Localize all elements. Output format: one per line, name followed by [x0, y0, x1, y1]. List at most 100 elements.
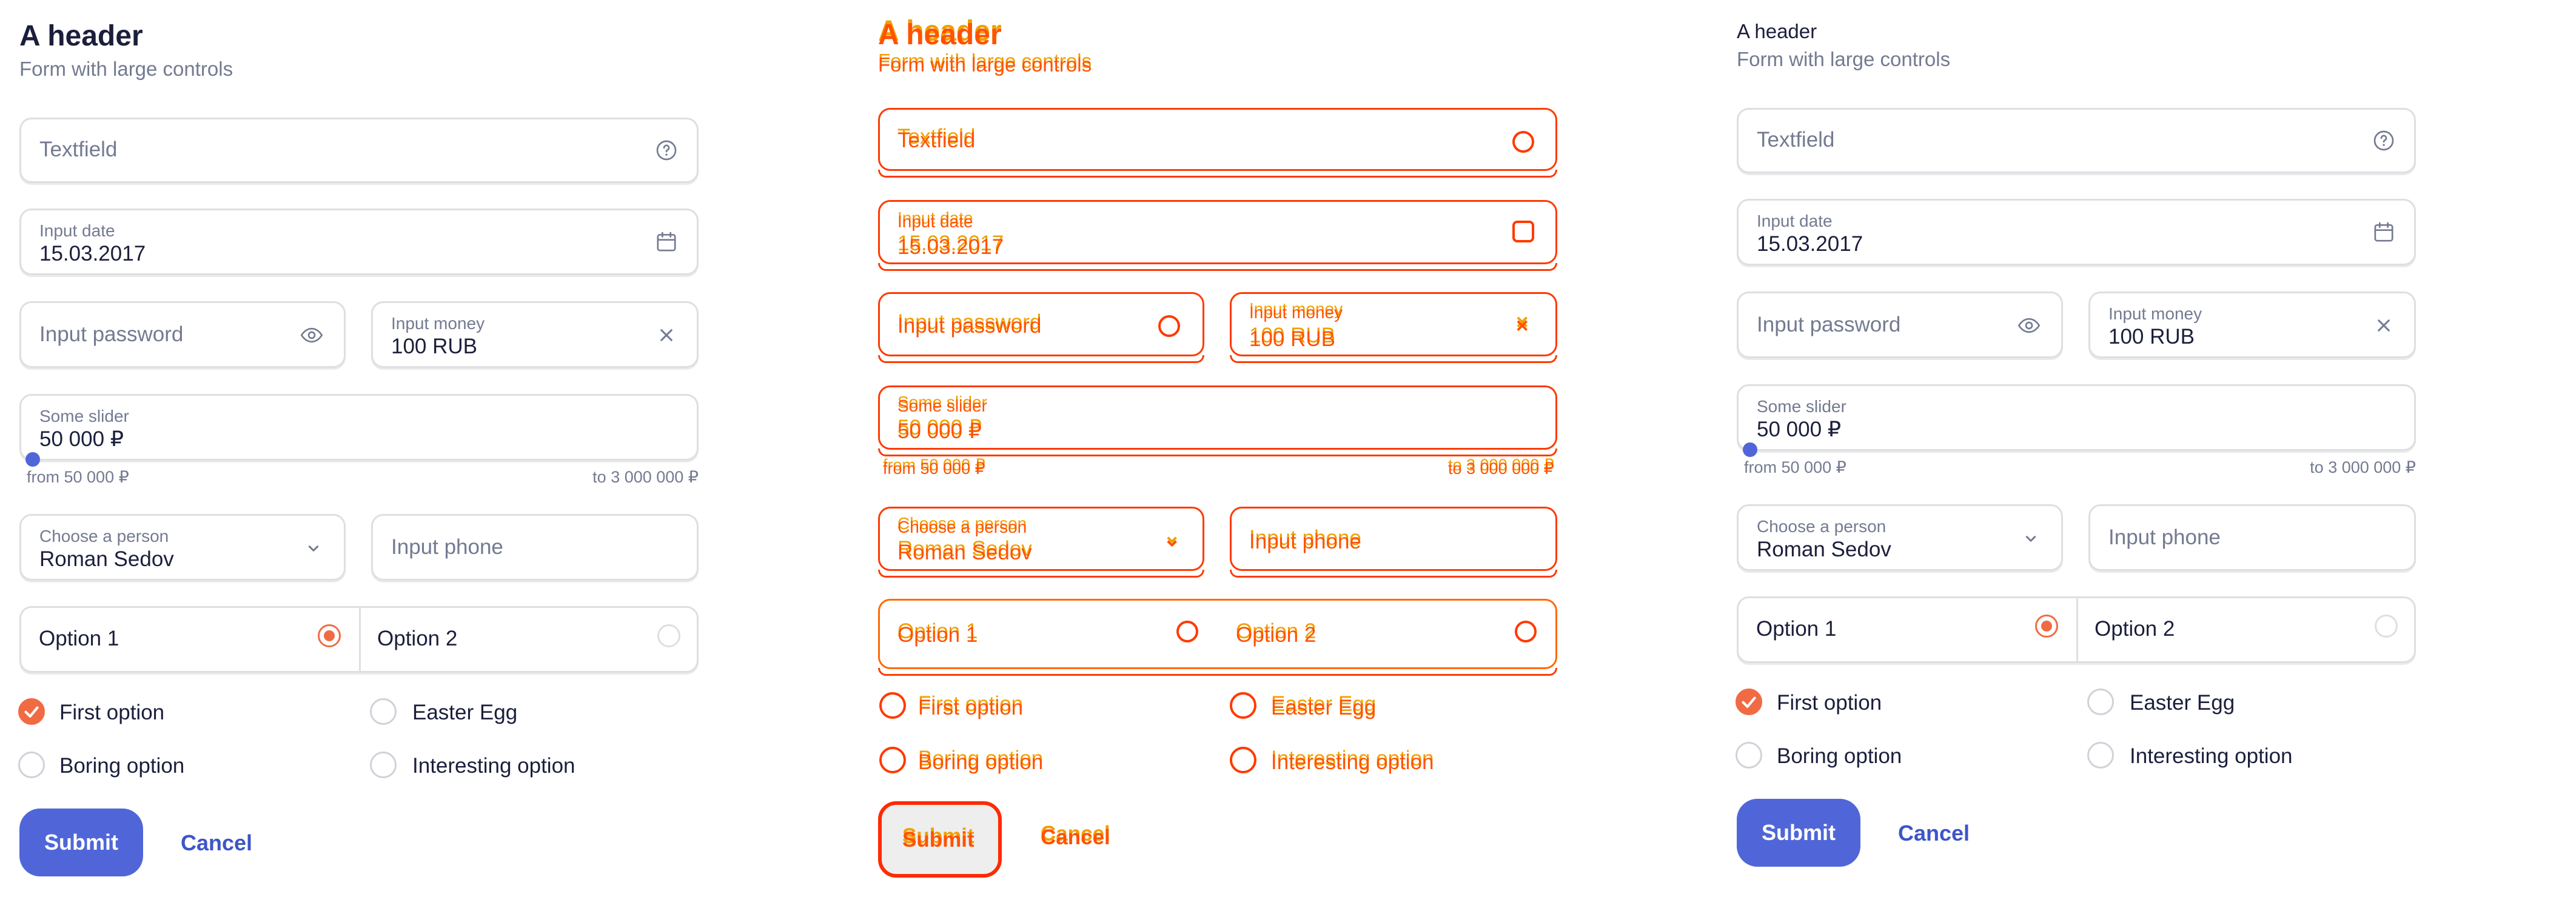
money-value-right: 100 RUB	[2108, 325, 2195, 348]
checkbox-easter-egg-label[interactable]: Easter Egg	[412, 701, 517, 725]
phone-input-right[interactable]: Input phone	[2088, 504, 2416, 571]
checkbox-boring-option-label[interactable]: Boring option	[59, 754, 184, 778]
help-circle-icon[interactable]	[2372, 128, 2396, 153]
segment-option-1-label[interactable]: Option 1	[39, 627, 119, 651]
checkbox-boring-option-label-right[interactable]: Boring option	[1777, 744, 1902, 769]
eye-icon[interactable]	[298, 323, 326, 347]
overlay-checkbox-1-label: First option	[918, 696, 1024, 719]
phone-input[interactable]: Input phone	[371, 514, 699, 581]
slider-max-label: to 3 000 000 ₽	[592, 468, 699, 486]
slider-value-right: 50 000 ₽	[1757, 418, 1842, 441]
password-input[interactable]: Input password	[19, 301, 346, 368]
page-title: A header	[19, 20, 143, 52]
person-select[interactable]: Choose a person Roman Sedov	[19, 514, 346, 581]
checkbox-first-option[interactable]	[18, 698, 45, 725]
overlay-person-value: Roman Sedov	[897, 541, 1032, 564]
slider-field[interactable]: Some slider 50 000 ₽	[19, 394, 699, 461]
money-input[interactable]: Input money 100 RUB	[371, 301, 699, 368]
overlay-date-label: Input date	[897, 212, 973, 231]
segment-option-2-radio-right[interactable]	[2375, 615, 2398, 638]
overlay-date-value: 15.03.2017	[897, 235, 1004, 259]
checkbox-easter-egg-label-right[interactable]: Easter Egg	[2130, 691, 2235, 715]
overlay-eye-icon	[1158, 315, 1180, 337]
phone-placeholder-right: Input phone	[2108, 525, 2221, 549]
overlay-checkbox-2-label: Easter Egg	[1271, 696, 1377, 719]
overlay-phone-text: Input phone	[1249, 530, 1361, 553]
help-circle-icon[interactable]	[654, 138, 679, 162]
person-label: Choose a person	[39, 527, 169, 545]
date-label: Input date	[39, 221, 115, 240]
checkbox-interesting-option-right[interactable]	[2087, 742, 2114, 769]
checkbox-easter-egg-right[interactable]	[2087, 689, 2114, 715]
checkbox-interesting-option[interactable]	[370, 752, 397, 778]
chevron-down-icon[interactable]	[301, 536, 326, 561]
money-label-right: Input money	[2108, 304, 2202, 323]
date-value: 15.03.2017	[39, 242, 146, 265]
person-label-right: Choose a person	[1757, 517, 1887, 536]
segment-option-1-radio-right[interactable]	[2035, 615, 2058, 638]
person-value: Roman Sedov	[39, 547, 174, 571]
cancel-button-right[interactable]: Cancel	[1898, 821, 1970, 846]
segment-option-1-radio[interactable]	[318, 624, 341, 647]
checkbox-interesting-option-label[interactable]: Interesting option	[412, 754, 575, 778]
overlay-help-icon	[1512, 131, 1534, 153]
textfield-input-right[interactable]: Textfield	[1737, 108, 2416, 173]
slider-label-right: Some slider	[1757, 397, 1846, 416]
calendar-icon[interactable]	[654, 230, 679, 254]
money-value: 100 RUB	[391, 335, 478, 358]
segment-divider-right	[2076, 598, 2078, 661]
checkbox-first-option-right[interactable]	[1736, 689, 1762, 715]
overlay-subtitle: Form with large controls	[878, 53, 1092, 76]
password-input-right[interactable]: Input password	[1737, 292, 2063, 358]
person-select-right[interactable]: Choose a person Roman Sedov	[1737, 504, 2063, 571]
submit-button-right[interactable]: Submit	[1737, 799, 1860, 867]
cancel-button[interactable]: Cancel	[181, 830, 252, 856]
eye-icon[interactable]	[2015, 313, 2043, 338]
date-input[interactable]: Input date 15.03.2017	[19, 208, 699, 275]
segment-option-2-radio[interactable]	[657, 624, 680, 647]
checkbox-boring-option-right[interactable]	[1736, 742, 1762, 769]
overlay-textfield	[878, 108, 1557, 178]
form-panel-overlay: A header Form with large controls Textfi…	[859, 0, 1717, 897]
overlay-chevron-icon: ⌄	[1163, 527, 1181, 551]
overlay-checkbox-1	[879, 692, 906, 719]
form-panel-left: A header Form with large controls Textfi…	[0, 0, 859, 897]
overlay-slider-value: 50 000 ₽	[897, 419, 982, 443]
calendar-icon[interactable]	[2372, 220, 2396, 244]
checkbox-first-option-label-right[interactable]: First option	[1777, 691, 1882, 715]
segment-option-2-label-right[interactable]: Option 2	[2095, 617, 2175, 641]
overlay-title: A header	[878, 19, 1002, 51]
check-icon	[1742, 696, 1756, 708]
password-placeholder: Input password	[39, 322, 184, 346]
textfield-input[interactable]: Textfield	[19, 118, 699, 183]
date-label-right: Input date	[1757, 212, 1833, 230]
close-icon[interactable]	[2372, 313, 2396, 338]
overlay-textfield-text: Textfield	[897, 128, 976, 152]
checkbox-boring-option[interactable]	[18, 752, 45, 778]
slider-value: 50 000 ₽	[39, 427, 124, 451]
slider-max-label-right: to 3 000 000 ₽	[2310, 458, 2416, 476]
slider-min-label: from 50 000 ₽	[27, 468, 129, 486]
slider-label: Some slider	[39, 407, 129, 425]
segment-option-2-label[interactable]: Option 2	[377, 627, 457, 651]
textfield-placeholder-right: Textfield	[1757, 128, 1835, 152]
date-input-right[interactable]: Input date 15.03.2017	[1737, 199, 2416, 265]
segment-option-1-label-right[interactable]: Option 1	[1756, 617, 1836, 641]
option-segmented-control-right	[1737, 596, 2416, 663]
slider-thumb[interactable]	[25, 452, 40, 467]
checkbox-first-option-label[interactable]: First option	[59, 701, 164, 725]
chevron-down-icon[interactable]	[2019, 527, 2043, 551]
slider-min-label-right: from 50 000 ₽	[1744, 458, 1846, 476]
overlay-person-label: Choose a person	[897, 518, 1027, 536]
checkbox-easter-egg[interactable]	[370, 698, 397, 725]
money-input-right[interactable]: Input money 100 RUB	[2088, 292, 2416, 358]
overlay-checkbox-3-label: Boring option	[918, 750, 1044, 774]
slider-field-right[interactable]: Some slider 50 000 ₽	[1737, 384, 2416, 451]
checkbox-interesting-option-label-right[interactable]: Interesting option	[2130, 744, 2293, 769]
overlay-close-icon: ×	[1516, 314, 1529, 338]
phone-placeholder: Input phone	[391, 535, 503, 559]
slider-thumb-right[interactable]	[1743, 442, 1757, 457]
submit-button[interactable]: Submit	[19, 809, 143, 876]
close-icon[interactable]	[654, 323, 679, 347]
form-panel-right: A header Form with large controls Textfi…	[1717, 0, 2576, 897]
